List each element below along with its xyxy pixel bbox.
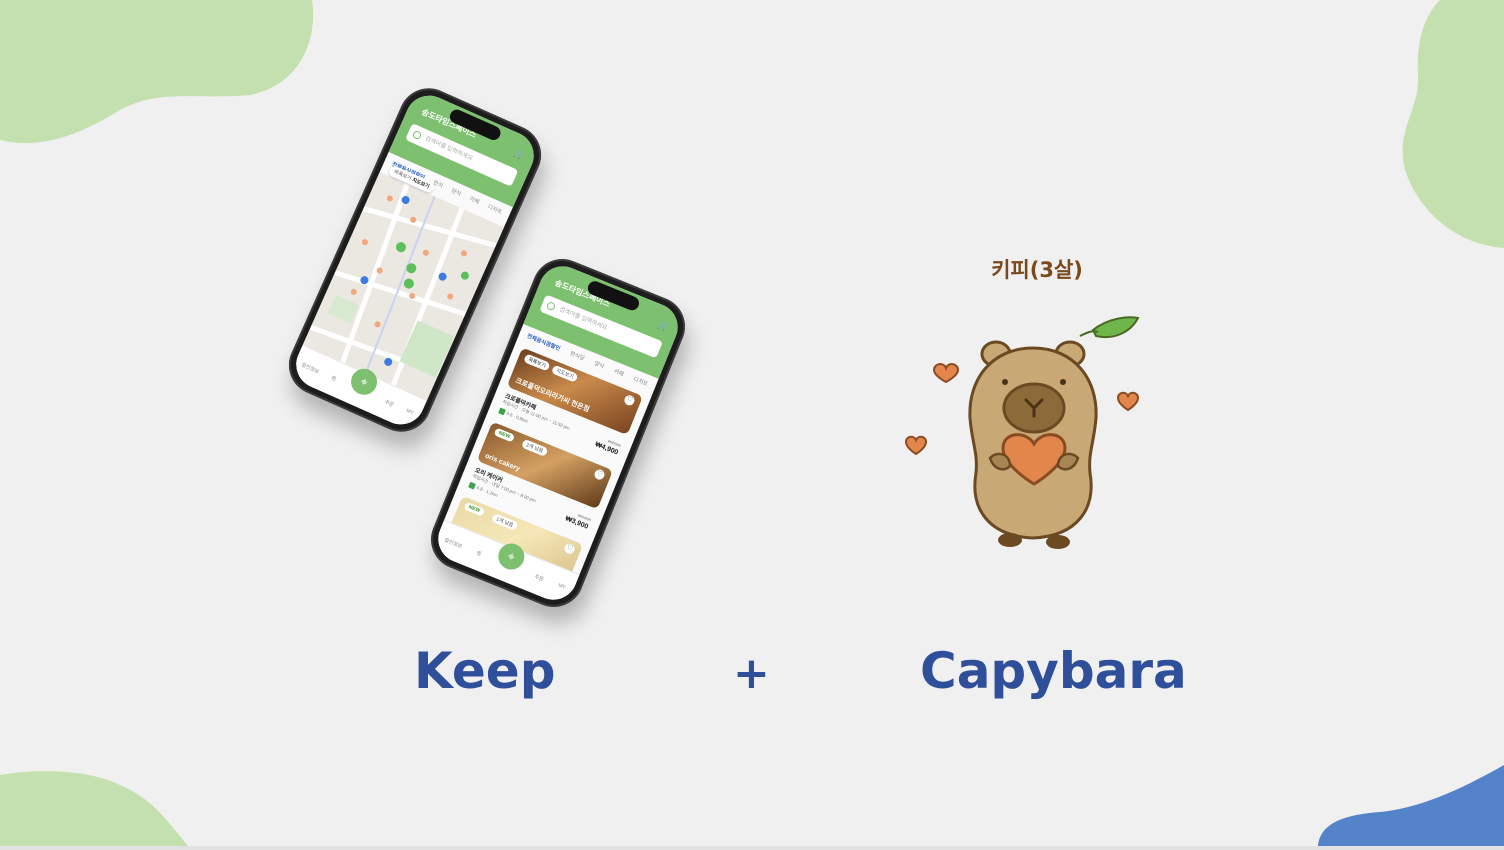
- new-badge: NEW: [493, 427, 515, 443]
- star-icon: [498, 407, 506, 416]
- title-keep: Keep: [414, 642, 556, 700]
- tab-cafe[interactable]: 카페: [467, 194, 481, 209]
- heart-icon[interactable]: ♡: [562, 542, 576, 556]
- toggle-list[interactable]: 목록보기: [523, 353, 552, 372]
- blob-top-left: [0, 0, 314, 144]
- toggle-map[interactable]: 지도보기: [550, 364, 579, 383]
- cart-icon[interactable]: 🛒: [512, 147, 526, 162]
- nav-my[interactable]: MY: [557, 582, 566, 590]
- blob-bottom-right: [1318, 765, 1504, 846]
- nav-my[interactable]: MY: [405, 408, 414, 417]
- nav-discount[interactable]: 할인정보: [301, 361, 321, 375]
- background-blobs: [0, 0, 1504, 846]
- tab-western[interactable]: 양식: [448, 186, 462, 201]
- tab-korean[interactable]: 한식당: [567, 349, 586, 366]
- heart-icon: [904, 435, 928, 456]
- nav-favorites[interactable]: 찜: [330, 374, 337, 382]
- tab-cafe[interactable]: 카페: [611, 367, 625, 382]
- heart-icon: [932, 363, 960, 384]
- heart-icon: [1116, 391, 1140, 412]
- title-capybara: Capybara: [920, 642, 1187, 700]
- tab-dessert[interactable]: 디저트: [485, 202, 504, 219]
- stock-badge: 1개 남음: [491, 513, 519, 532]
- nav-orders[interactable]: 주문: [384, 398, 395, 408]
- blob-top-right: [1402, 0, 1504, 248]
- capybara-illustration: [904, 316, 1140, 549]
- new-badge: NEW: [463, 501, 485, 517]
- heart-icon[interactable]: ♡: [622, 393, 636, 407]
- bottom-divider: [0, 846, 1504, 850]
- star-icon: [468, 481, 476, 490]
- heart-icon[interactable]: ♡: [592, 468, 606, 482]
- stock-badge: 2개 남음: [520, 438, 549, 457]
- blob-bottom-left: [0, 771, 188, 846]
- cart-icon[interactable]: 🛒: [656, 319, 670, 333]
- search-icon: [411, 129, 423, 141]
- nav-orders[interactable]: 주문: [534, 573, 545, 582]
- search-icon: [545, 300, 557, 312]
- character-name: 키피(3살): [991, 258, 1083, 282]
- tab-western[interactable]: 양식: [592, 359, 606, 374]
- nav-favorites[interactable]: 찜: [476, 549, 483, 557]
- title-plus: +: [733, 648, 770, 699]
- tab-dessert[interactable]: 디저트: [631, 375, 650, 392]
- leaf-icon: [1091, 316, 1140, 338]
- nav-discount[interactable]: 할인정보: [444, 536, 464, 549]
